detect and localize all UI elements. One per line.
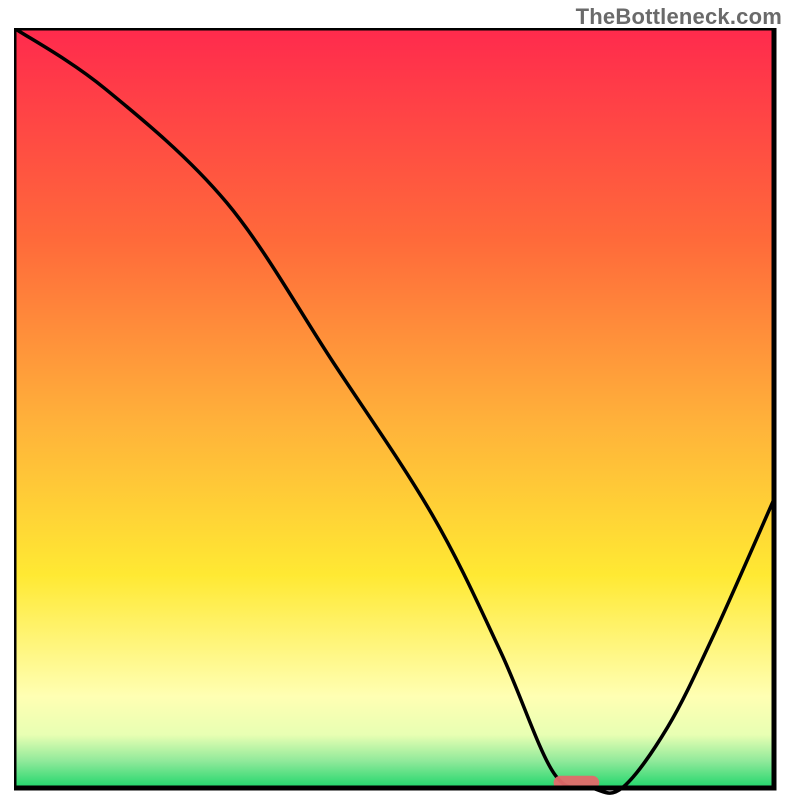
heatmap-background [14, 28, 774, 788]
watermark-text: TheBottleneck.com [576, 4, 782, 30]
bottleneck-chart [14, 28, 786, 800]
